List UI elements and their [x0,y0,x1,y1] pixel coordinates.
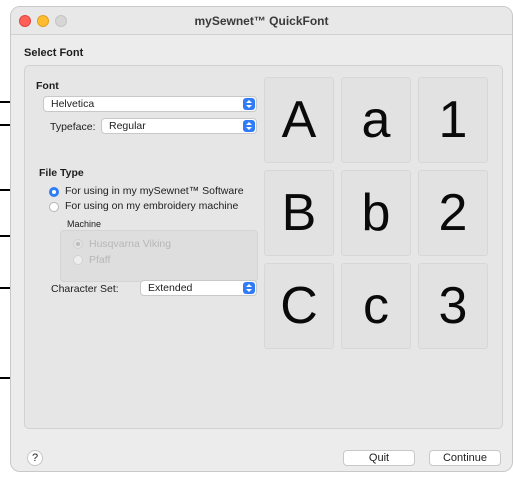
quit-button[interactable]: Quit [343,450,415,466]
select-font-heading: Select Font [24,47,84,59]
character-set-popup-value: Extended [148,282,193,294]
window-title: mySewnet™ QuickFont [194,14,329,28]
chevron-up-down-icon [243,98,255,110]
preview-tile: c [341,263,411,349]
machine-radio[interactable] [49,202,59,212]
software-radio[interactable] [49,187,59,197]
chevron-up-down-icon [243,282,255,294]
help-button[interactable]: ? [27,450,43,466]
machine-radio-label[interactable]: For using on my embroidery machine [65,200,238,212]
typeface-label: Typeface: [50,121,96,133]
software-radio-label[interactable]: For using in my mySewnet™ Software [65,185,244,197]
preview-tile: a [341,77,411,163]
preview-tile: 2 [418,170,488,256]
husqvarna-radio-label[interactable]: Husqvarna Viking [89,238,171,250]
continue-button[interactable]: Continue [429,450,501,466]
typeface-popup-value: Regular [109,120,146,132]
pfaff-radio-label[interactable]: Pfaff [89,254,110,266]
title-bar: mySewnet™ QuickFont [11,7,512,35]
font-popup[interactable]: Helvetica [43,96,257,112]
quickfont-window: mySewnet™ QuickFont Select Font Font Hel… [10,6,513,472]
preview-tile: A [264,77,334,163]
preview-tile: b [341,170,411,256]
preview-tile: B [264,170,334,256]
font-popup-value: Helvetica [51,98,95,110]
character-set-label: Character Set: [51,283,119,295]
file-type-heading: File Type [39,167,84,179]
husqvarna-radio[interactable] [73,239,83,249]
preview-tile: C [264,263,334,349]
font-heading: Font [36,80,59,92]
chevron-up-down-icon [243,120,255,132]
machine-heading: Machine [67,219,102,229]
preview-tile: 3 [418,263,488,349]
character-set-popup[interactable]: Extended [140,280,257,296]
preview-tile: 1 [418,77,488,163]
typeface-popup[interactable]: Regular [101,118,257,134]
pfaff-radio[interactable] [73,255,83,265]
